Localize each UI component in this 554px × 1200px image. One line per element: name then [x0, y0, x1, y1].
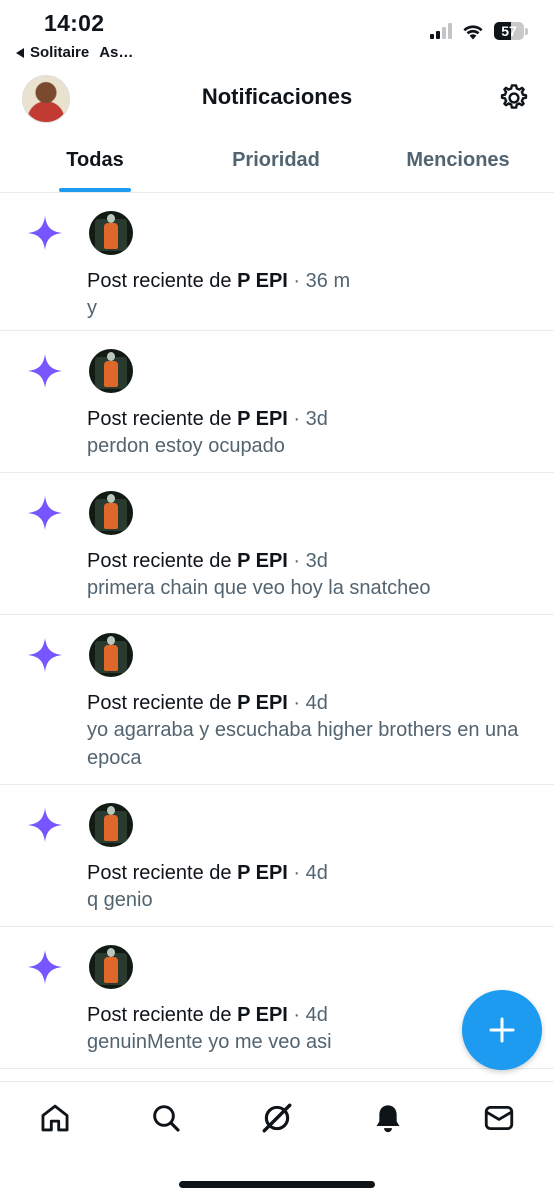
headline-prefix: Post reciente de	[87, 692, 238, 714]
tab-todas[interactable]: Todas	[0, 130, 190, 192]
author-name[interactable]: P EPI	[237, 1004, 288, 1026]
notification-headline: Post reciente de P EPI · 4d	[87, 860, 534, 886]
sparkle-icon	[28, 638, 62, 672]
notification-headline: Post reciente de P EPI · 3d	[87, 548, 534, 574]
tab-prioridad[interactable]: Prioridad	[190, 130, 362, 192]
notification-headline: Post reciente de P EPI · 36 m	[87, 268, 534, 294]
author-avatar[interactable]	[89, 491, 133, 535]
plus-icon	[489, 1017, 515, 1043]
back-app-extra: As…	[99, 44, 134, 61]
author-avatar[interactable]	[89, 349, 133, 393]
gear-icon[interactable]	[498, 82, 530, 114]
notification-item[interactable]: Post reciente de P EPI · 36 m y	[0, 193, 554, 331]
headline-prefix: Post reciente de	[87, 862, 238, 884]
nav-grok[interactable]	[249, 1090, 305, 1146]
tab-label: Prioridad	[232, 149, 320, 171]
grok-icon	[262, 1103, 292, 1133]
author-name[interactable]: P EPI	[237, 270, 288, 292]
mail-icon	[484, 1105, 513, 1131]
compose-button[interactable]	[462, 990, 542, 1070]
home-icon	[41, 1104, 69, 1132]
sparkle-icon	[28, 354, 62, 388]
post-text: q genio	[87, 889, 153, 911]
sparkle-icon	[28, 216, 62, 250]
post-text: y	[87, 297, 97, 319]
notification-tabs: Todas Prioridad Menciones	[0, 130, 554, 193]
nav-messages[interactable]	[471, 1090, 527, 1146]
nav-home[interactable]	[27, 1090, 83, 1146]
headline-prefix: Post reciente de	[87, 1004, 238, 1026]
notification-time: · 4d	[287, 692, 328, 714]
sparkle-icon	[28, 808, 62, 842]
author-avatar[interactable]	[89, 803, 133, 847]
nav-search[interactable]	[138, 1090, 194, 1146]
author-name[interactable]: P EPI	[237, 862, 288, 884]
back-app-label: Solitaire	[30, 44, 90, 61]
post-text: perdon estoy ocupado	[87, 435, 285, 457]
battery-cap	[525, 27, 528, 35]
status-time: 14:02	[44, 10, 105, 36]
notification-time: · 4d	[287, 1004, 328, 1026]
page-title: Notificaciones	[201, 84, 353, 109]
notification-item[interactable]: Post reciente de P EPI · 4d q genio	[0, 785, 554, 927]
tab-label: Menciones	[406, 149, 510, 171]
notification-headline: Post reciente de P EPI · 3d	[87, 406, 534, 432]
back-arrow-icon	[16, 47, 24, 58]
tab-active-indicator	[59, 188, 131, 192]
notification-item[interactable]: Post reciente de P EPI · 3d perdon estoy…	[0, 331, 554, 473]
battery-level: 57	[501, 23, 517, 39]
author-name[interactable]: P EPI	[237, 408, 288, 430]
author-avatar[interactable]	[89, 945, 133, 989]
sparkle-icon	[28, 950, 62, 984]
status-indicators: 57	[430, 22, 528, 40]
cellular-signal-icon	[430, 23, 452, 39]
author-name[interactable]: P EPI	[237, 550, 288, 572]
header: Notificaciones	[0, 70, 554, 130]
notification-headline: Post reciente de P EPI · 4d	[87, 690, 534, 716]
bottom-nav	[0, 1081, 554, 1154]
headline-prefix: Post reciente de	[87, 550, 238, 572]
back-to-app-link[interactable]: Solitaire As…	[16, 44, 133, 61]
wifi-icon	[463, 25, 483, 40]
notification-feed: Post reciente de P EPI · 36 m y Post rec…	[0, 193, 554, 1069]
author-avatar[interactable]	[89, 211, 133, 255]
tab-menciones[interactable]: Menciones	[362, 130, 554, 192]
author-avatar[interactable]	[89, 633, 133, 677]
nav-notifications[interactable]	[360, 1090, 416, 1146]
post-text: primera chain que veo hoy la snatcheo	[87, 577, 431, 599]
headline-prefix: Post reciente de	[87, 408, 238, 430]
notification-item[interactable]: Post reciente de P EPI · 3d primera chai…	[0, 473, 554, 615]
notification-item[interactable]: Post reciente de P EPI · 4d yo agarraba …	[0, 615, 554, 785]
battery-icon: 57	[494, 22, 524, 40]
status-bar: 14:02 Solitaire As… 57	[0, 0, 554, 70]
search-icon	[153, 1105, 180, 1132]
notification-time: · 36 m	[287, 270, 351, 292]
notification-time: · 4d	[287, 862, 328, 884]
notification-time: · 3d	[287, 408, 328, 430]
post-text: yo agarraba y escuchaba higher brothers …	[87, 719, 519, 769]
notification-time: · 3d	[287, 550, 328, 572]
bell-icon	[376, 1105, 400, 1133]
author-name[interactable]: P EPI	[237, 692, 288, 714]
headline-prefix: Post reciente de	[87, 270, 238, 292]
home-indicator	[179, 1181, 375, 1188]
sparkle-icon	[28, 496, 62, 530]
tab-label: Todas	[66, 149, 124, 171]
